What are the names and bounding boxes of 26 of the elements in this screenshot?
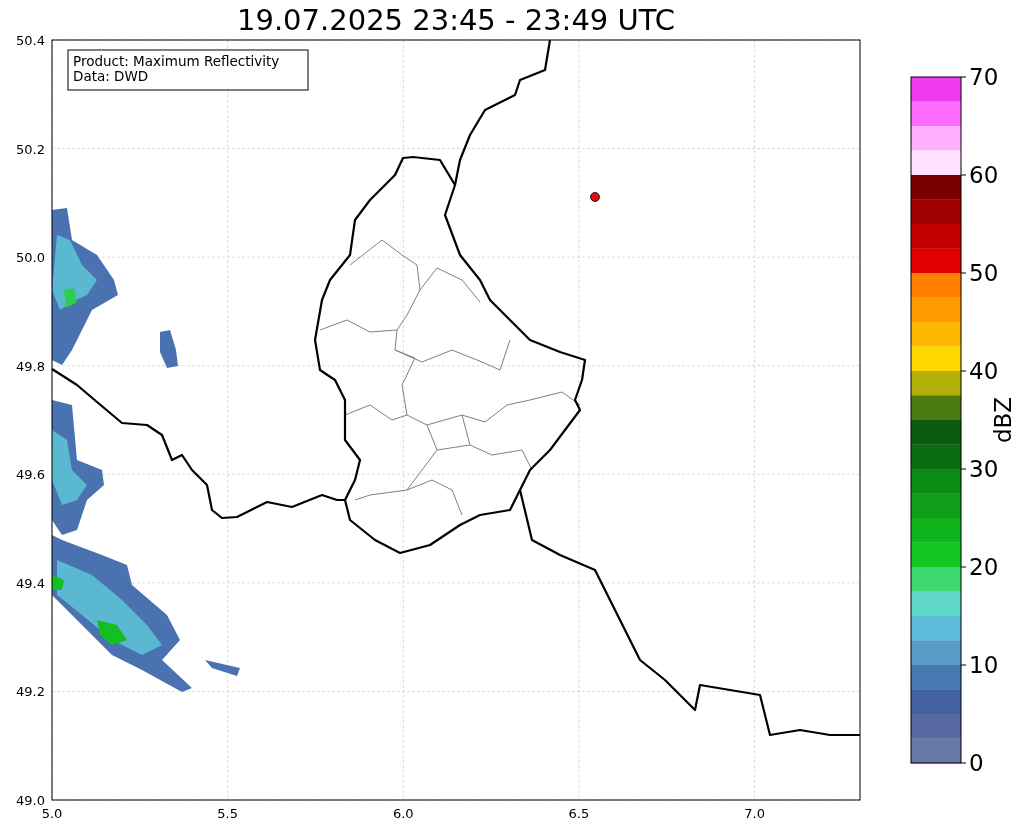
tick-label: 5.0 <box>41 806 63 821</box>
tick-label: 49.0 <box>16 793 45 808</box>
tick-label: 49.8 <box>16 358 45 374</box>
tick-label: 50.0 <box>16 250 45 266</box>
tick-label: 60 <box>969 162 999 188</box>
colorbar-label: dBZ <box>990 396 1016 444</box>
tick-label: 70 <box>969 64 999 90</box>
tick-label: 49.6 <box>16 467 45 483</box>
tick-label: 50.2 <box>16 141 45 157</box>
tick-label: 10 <box>969 652 999 678</box>
tick-label: 7.0 <box>744 806 765 821</box>
tick-label: 50 <box>969 260 999 286</box>
info-text: Product: Maximum Reflectivity <box>73 53 280 69</box>
location-marker <box>590 192 600 202</box>
tick-label: 40 <box>969 358 999 384</box>
tick-label: 6.0 <box>392 806 414 821</box>
tick-label: 5.5 <box>217 806 238 821</box>
tick-label: 6.5 <box>568 806 590 821</box>
tick-label: 49.2 <box>16 684 45 700</box>
tick-label: 49.4 <box>16 575 45 591</box>
tick-label: 50.4 <box>16 33 45 48</box>
chart-title: 19.07.2025 23:45 - 23:49 UTC <box>236 2 676 32</box>
tick-label: 0 <box>969 750 984 776</box>
info-text: Data: DWD <box>73 68 149 84</box>
tick-label: 30 <box>969 456 999 482</box>
tick-label: 20 <box>969 554 999 580</box>
